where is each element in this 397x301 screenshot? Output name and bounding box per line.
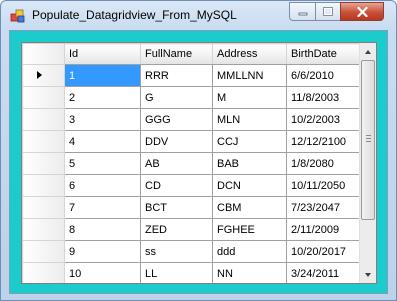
cell-fullname[interactable]: RRR (140, 64, 213, 87)
cell-fullname[interactable]: G (140, 86, 213, 109)
cell-id[interactable]: 4 (64, 130, 141, 153)
row-header[interactable] (22, 196, 65, 219)
cell-fullname[interactable]: GGG (140, 108, 213, 131)
maximize-button[interactable] (315, 2, 340, 21)
cell-id[interactable]: 2 (64, 86, 141, 109)
cell-birthdate[interactable]: 10/20/2017 (286, 240, 362, 263)
cell-address[interactable]: ddd (212, 240, 287, 263)
cell-address[interactable]: M (212, 86, 287, 109)
row-header[interactable] (22, 240, 65, 263)
table-row[interactable]: 10 LL NN 3/24/2011 (22, 262, 362, 283)
form-client-area: Id FullName Address BirthDate 1 RRR MMLLNN… (9, 30, 388, 294)
app-icon (10, 9, 25, 23)
cell-id[interactable]: 7 (64, 196, 141, 219)
row-header[interactable] (22, 152, 65, 175)
table-row[interactable]: 6 CD DCN 10/11/2050 (22, 174, 362, 197)
column-header-fullname[interactable]: FullName (140, 43, 213, 65)
cell-fullname[interactable]: CD (140, 174, 213, 197)
maximize-icon (323, 7, 333, 16)
table-row[interactable]: 7 BCT CBM 7/23/2047 (22, 196, 362, 219)
cell-birthdate[interactable]: 1/8/2080 (286, 152, 362, 175)
cell-id[interactable]: 1 (64, 64, 141, 87)
cell-address[interactable]: BAB (212, 152, 287, 175)
data-grid-view[interactable]: Id FullName Address BirthDate 1 RRR MMLLNN… (21, 42, 377, 284)
row-header[interactable] (22, 262, 65, 283)
cell-address[interactable]: CBM (212, 196, 287, 219)
cell-address[interactable]: FGHEE (212, 218, 287, 241)
cell-id[interactable]: 8 (64, 218, 141, 241)
grip-icon (366, 135, 371, 142)
column-header-birthdate[interactable]: BirthDate (286, 43, 362, 65)
table-row[interactable]: 8 ZED FGHEE 2/11/2009 (22, 218, 362, 241)
cell-id[interactable]: 5 (64, 152, 141, 175)
scroll-up-button[interactable] (360, 43, 376, 60)
cell-fullname[interactable]: LL (140, 262, 213, 283)
table-row[interactable]: 5 AB BAB 1/8/2080 (22, 152, 362, 175)
cell-fullname[interactable]: DDV (140, 130, 213, 153)
table-row[interactable]: 2 G M 11/8/2003 (22, 86, 362, 109)
grid-table: Id FullName Address BirthDate 1 RRR MMLLNN… (22, 43, 362, 283)
scroll-down-button[interactable] (360, 266, 376, 283)
cell-address[interactable]: CCJ (212, 130, 287, 153)
cell-id[interactable]: 6 (64, 174, 141, 197)
cell-address[interactable]: DCN (212, 174, 287, 197)
table-row[interactable]: 1 RRR MMLLNN 6/6/2010 (22, 64, 362, 87)
row-header[interactable] (22, 64, 65, 87)
app-window: Populate_Datagridview_From_MySQL Id Full… (0, 0, 397, 301)
cell-address[interactable]: MLN (212, 108, 287, 131)
cell-birthdate[interactable]: 10/2/2003 (286, 108, 362, 131)
close-icon (356, 6, 368, 17)
cell-birthdate[interactable]: 6/6/2010 (286, 64, 362, 87)
row-header[interactable] (22, 218, 65, 241)
minimize-icon (298, 12, 307, 15)
cell-id[interactable]: 10 (64, 262, 141, 283)
cell-birthdate[interactable]: 2/11/2009 (286, 218, 362, 241)
vertical-scrollbar[interactable] (359, 43, 376, 283)
cell-id[interactable]: 3 (64, 108, 141, 131)
table-row[interactable]: 9 ss ddd 10/20/2017 (22, 240, 362, 263)
row-header[interactable] (22, 86, 65, 109)
column-header-id[interactable]: Id (64, 43, 141, 65)
minimize-button[interactable] (289, 2, 315, 21)
row-header[interactable] (22, 130, 65, 153)
table-row[interactable]: 3 GGG MLN 10/2/2003 (22, 108, 362, 131)
scroll-thumb[interactable] (361, 60, 375, 220)
cell-fullname[interactable]: ZED (140, 218, 213, 241)
cell-id[interactable]: 9 (64, 240, 141, 263)
title-bar[interactable]: Populate_Datagridview_From_MySQL (1, 1, 396, 29)
cell-birthdate[interactable]: 3/24/2011 (286, 262, 362, 283)
cell-fullname[interactable]: AB (140, 152, 213, 175)
arrow-down-icon (365, 272, 371, 277)
current-row-arrow-icon (37, 71, 42, 79)
cell-fullname[interactable]: ss (140, 240, 213, 263)
table-row[interactable]: 4 DDV CCJ 12/12/2100 (22, 130, 362, 153)
cell-address[interactable]: MMLLNN (212, 64, 287, 87)
row-header[interactable] (22, 174, 65, 197)
arrow-up-icon (365, 49, 371, 54)
cell-address[interactable]: NN (212, 262, 287, 283)
cell-birthdate[interactable]: 7/23/2047 (286, 196, 362, 219)
cell-birthdate[interactable]: 10/11/2050 (286, 174, 362, 197)
cell-birthdate[interactable]: 11/8/2003 (286, 86, 362, 109)
close-button[interactable] (340, 2, 384, 21)
corner-header[interactable] (22, 43, 65, 65)
cell-birthdate[interactable]: 12/12/2100 (286, 130, 362, 153)
row-header[interactable] (22, 108, 65, 131)
cell-fullname[interactable]: BCT (140, 196, 213, 219)
header-row: Id FullName Address BirthDate (22, 43, 362, 65)
window-title: Populate_Datagridview_From_MySQL (32, 8, 237, 22)
column-header-address[interactable]: Address (212, 43, 287, 65)
